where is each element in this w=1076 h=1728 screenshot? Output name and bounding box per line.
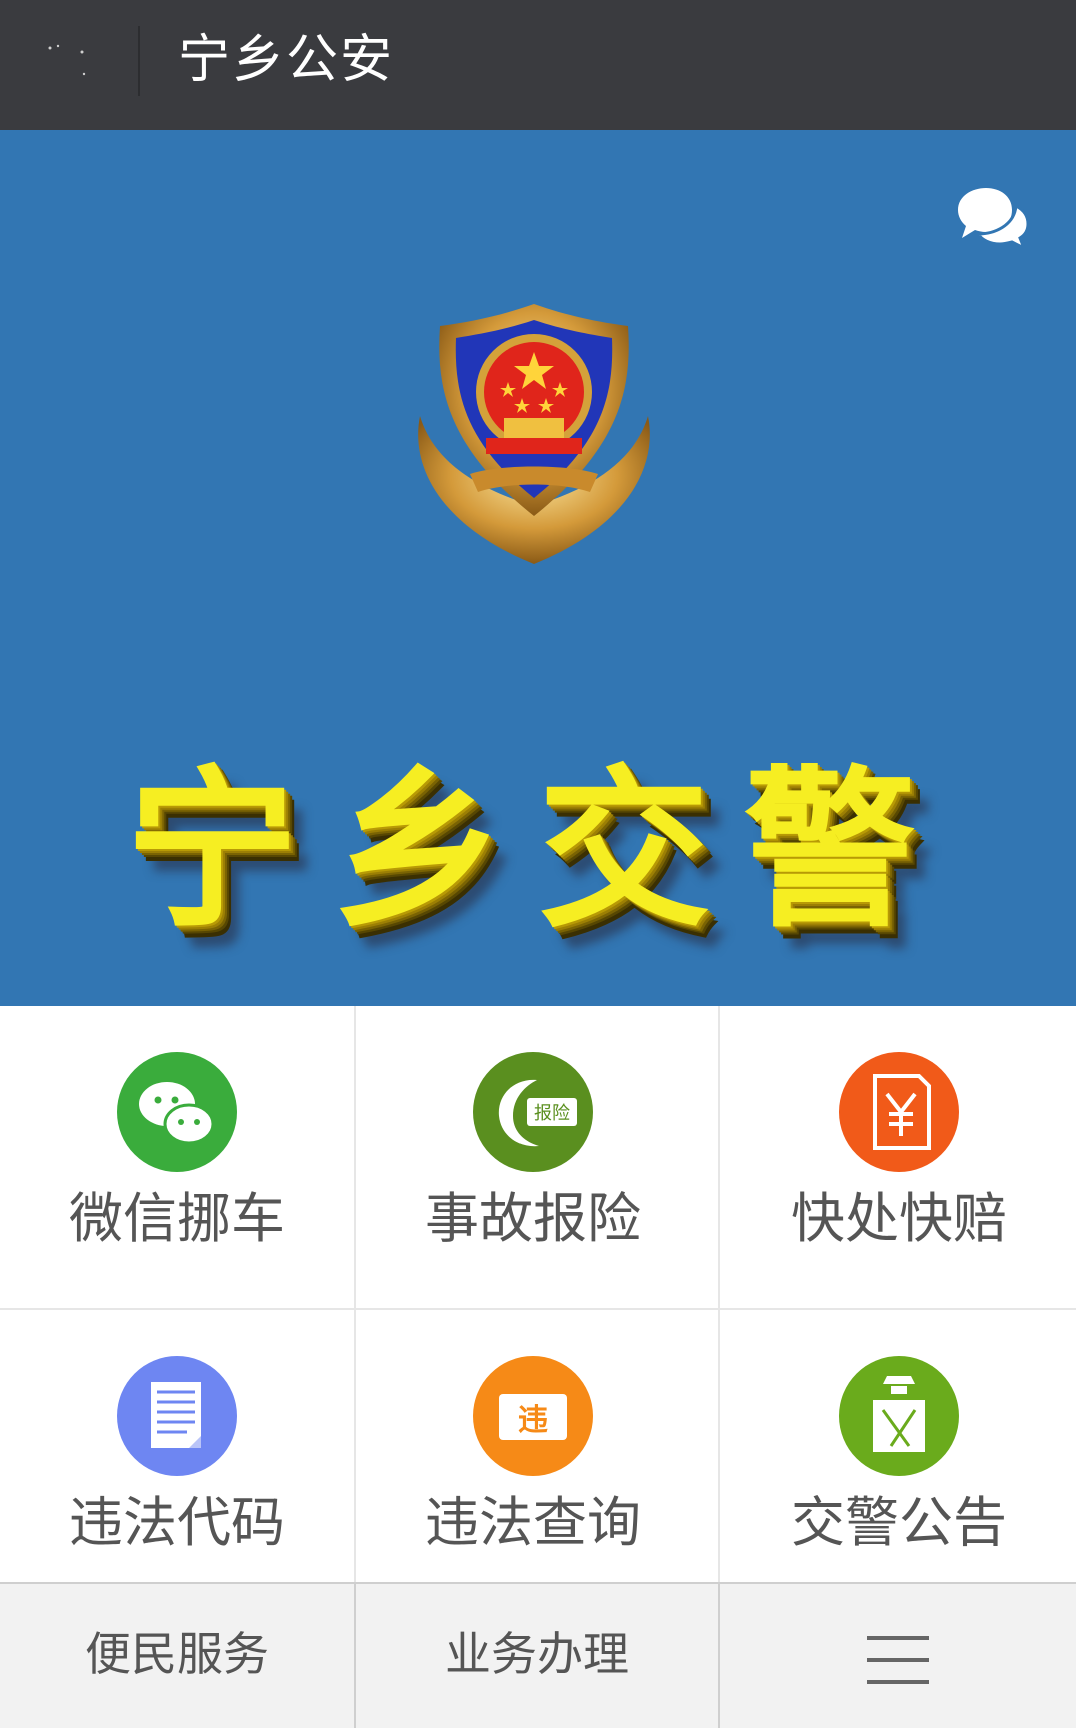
item-label: 违法查询 [425, 1491, 641, 1554]
accident-report-item[interactable]: 报险 事故报险 [356, 1006, 710, 1308]
item-label: 事故报险 [425, 1187, 641, 1250]
tab-business-handling[interactable]: 业务办理 [356, 1584, 718, 1728]
wechat-icon [117, 1052, 237, 1172]
tab-menu[interactable] [720, 1584, 1076, 1728]
banner-title: 宁乡交警 [126, 748, 950, 951]
grid-divider [718, 1006, 720, 1582]
service-grid: 微信挪车 报险 事故报险 快处快赔 违法代码 违 违法查询 交警公告 [0, 1006, 1076, 1582]
violation-code-item[interactable]: 违法代码 [0, 1310, 354, 1612]
menu-icon [867, 1636, 929, 1702]
bottom-nav: 便民服务 业务办理 [0, 1582, 1076, 1728]
quick-claim-item[interactable]: 快处快赔 [722, 1006, 1076, 1308]
item-label: 微信挪车 [69, 1187, 285, 1250]
back-button[interactable] [0, 0, 138, 130]
badge-text: 报险 [534, 1103, 570, 1124]
chat-icon[interactable] [952, 184, 1032, 250]
top-bar: 宁乡公安 [0, 0, 1076, 130]
police-emblem [418, 304, 650, 564]
header-divider [138, 26, 140, 96]
grid-divider [354, 1006, 356, 1582]
back-icon [48, 44, 86, 76]
violation-query-item[interactable]: 违 违法查询 [356, 1310, 710, 1612]
document-icon [117, 1356, 237, 1476]
traffic-notice-item[interactable]: 交警公告 [722, 1310, 1076, 1612]
traffic-police-icon [839, 1356, 959, 1476]
item-label: 违法代码 [69, 1491, 285, 1554]
page-title: 宁乡公安 [178, 30, 395, 90]
tab-label: 便民服务 [85, 1627, 269, 1681]
tab-label: 业务办理 [445, 1627, 629, 1681]
grid-divider [0, 1308, 1076, 1310]
violation-query-icon: 违 [473, 1356, 593, 1476]
banner: 宁乡交警 [0, 130, 1076, 1006]
wechat-move-car-item[interactable]: 微信挪车 [0, 1006, 354, 1308]
accident-report-icon: 报险 [473, 1052, 593, 1172]
claim-receipt-icon [839, 1052, 959, 1172]
violation-char: 违 [518, 1403, 548, 1438]
tab-convenience-services[interactable]: 便民服务 [0, 1584, 354, 1728]
item-label: 交警公告 [791, 1491, 1007, 1554]
item-label: 快处快赔 [791, 1187, 1007, 1250]
